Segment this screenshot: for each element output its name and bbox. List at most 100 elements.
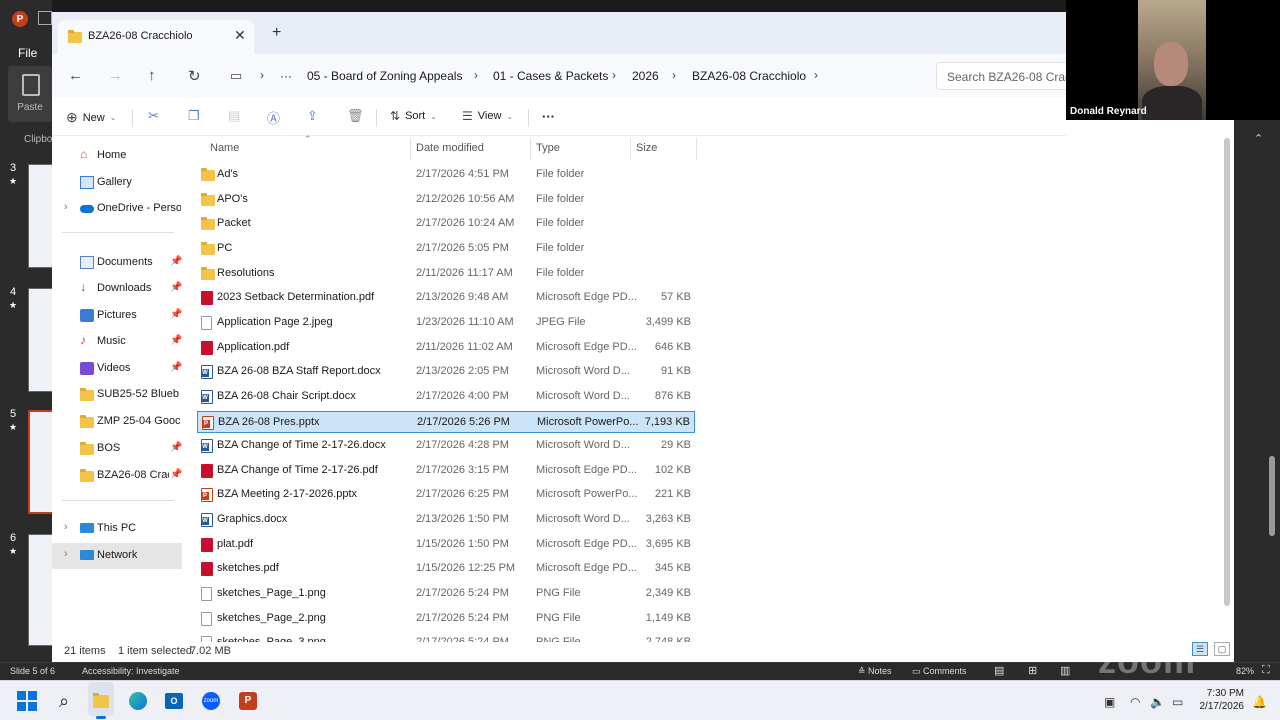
file-row[interactable]: Packet 2/17/2026 10:24 AM File folder [197, 213, 695, 235]
comments-button[interactable]: ▭ Comments [912, 666, 967, 677]
new-button[interactable]: ⊕ New ⌄ [66, 109, 116, 126]
refresh-icon[interactable]: ↻ [188, 67, 201, 85]
edge-icon[interactable] [126, 689, 150, 713]
back-icon[interactable]: ← [68, 67, 83, 84]
pin-icon[interactable]: 📌 [170, 442, 182, 453]
pin-icon[interactable]: 📌 [170, 309, 182, 320]
chevron-right-icon[interactable]: › [814, 68, 818, 82]
volume-icon[interactable]: 🔈 [1150, 695, 1165, 709]
breadcrumb-board-of-zoning-appeals[interactable]: 05 - Board of Zoning Appeals [307, 69, 462, 83]
fit-slide-icon[interactable]: ⛶ [1262, 664, 1270, 677]
normal-view-icon[interactable]: ▤ [994, 664, 1004, 677]
sort-button[interactable]: ⇅ Sort ⌄ [390, 109, 437, 123]
file-row[interactable]: BZA Change of Time 2-17-26.docx 2/17/2026… [197, 435, 695, 457]
sidebar-item-pictures[interactable]: Pictures 📌 [52, 303, 182, 329]
notification-icon[interactable]: 🔔 [1252, 695, 1267, 709]
pin-icon[interactable]: 📌 [170, 282, 182, 293]
file-row[interactable]: BZA 26-08 Chair Script.docx 2/17/2026 4:0… [197, 386, 695, 408]
expand-icon[interactable]: › [64, 201, 68, 213]
accessibility-status[interactable]: Accessibility: Investigate [82, 666, 180, 676]
sidebar-item-network[interactable]: › Network [52, 543, 182, 569]
paste-icon[interactable]: ▤ [228, 108, 240, 124]
delete-icon[interactable]: 🗑 [347, 108, 364, 124]
outlook-icon[interactable]: O [162, 689, 186, 713]
breadcrumb-current-folder[interactable]: BZA26-08 Cracchiolo [692, 69, 806, 83]
share-icon[interactable]: ⇪ [307, 108, 318, 124]
rename-icon[interactable]: Ⓐ [267, 108, 280, 127]
tiles-view-icon[interactable]: ▢ [1214, 642, 1230, 656]
file-row[interactable]: Ad's 2/17/2026 4:51 PM File folder [197, 164, 695, 186]
zoom-level[interactable]: 82% [1236, 666, 1254, 676]
file-row[interactable]: BZA 26-08 Pres.pptx 2/17/2026 5:26 PM Micr… [197, 410, 695, 433]
file-menu[interactable]: File [18, 46, 37, 60]
sidebar-item-music[interactable]: ♪ Music 📌 [52, 329, 182, 355]
wifi-icon[interactable]: ◠ [1130, 695, 1140, 709]
pin-icon[interactable]: 📌 [170, 256, 182, 267]
chevron-right-icon[interactable]: › [612, 68, 616, 82]
file-row[interactable]: plat.pdf 1/15/2026 1:50 PM Microsoft Edge … [197, 534, 695, 556]
file-row[interactable]: sketches_Page_2.png 2/17/2026 5:24 PM PNG … [197, 608, 695, 630]
display-icon[interactable]: ▣ [1104, 695, 1115, 709]
file-row[interactable]: Application Page 2.jpeg 1/23/2026 11:10 A… [197, 312, 695, 334]
collapse-ribbon-icon[interactable]: ⌃ [1254, 132, 1263, 145]
file-explorer-taskbar-button[interactable] [88, 682, 114, 716]
cut-icon[interactable]: ✂ [148, 108, 159, 124]
breadcrumb-overflow[interactable]: ··· [280, 69, 292, 83]
start-icon[interactable] [15, 689, 39, 713]
slide-thumbnail-3[interactable] [28, 164, 54, 268]
file-row[interactable]: BZA Meeting 2-17-2026.pptx 2/17/2026 6:25… [197, 484, 695, 506]
explorer-tab[interactable]: BZA26-08 Cracchiolo ✕ [58, 20, 254, 54]
file-row[interactable]: Application.pdf 2/11/2026 11:02 AM Microso… [197, 337, 695, 359]
copy-icon[interactable]: ❐ [188, 108, 200, 124]
sidebar-item-gallery[interactable]: Gallery [52, 170, 182, 196]
expand-icon[interactable]: › [64, 548, 68, 560]
paste-button[interactable]: Paste [8, 66, 52, 122]
column-header-size[interactable]: Size [636, 142, 657, 154]
sidebar-item-onedrive[interactable]: › OneDrive - Persona [52, 196, 182, 222]
slide-sorter-icon[interactable]: ⊞ [1028, 664, 1037, 677]
pin-icon[interactable]: 📌 [170, 469, 182, 480]
chevron-right-icon[interactable]: › [474, 68, 478, 82]
file-list-scrollbar[interactable] [1224, 138, 1230, 606]
slide-scrollbar[interactable] [1268, 146, 1276, 646]
monitor-icon[interactable]: ▭ [230, 68, 242, 84]
battery-icon[interactable]: ▭ [1172, 695, 1183, 709]
clock[interactable]: 7:30 PM 2/17/2026 [1196, 687, 1245, 713]
column-header-date[interactable]: Date modified [416, 142, 484, 154]
sidebar-item-bos[interactable]: BOS 📌 [52, 436, 182, 462]
file-row[interactable]: BZA Change of Time 2-17-26.pdf 2/17/2026 … [197, 460, 695, 482]
reading-view-icon[interactable]: ▥ [1060, 664, 1070, 677]
new-tab-icon[interactable]: + [272, 24, 281, 42]
search-icon[interactable]: ⌕ [52, 689, 76, 713]
powerpoint-taskbar-icon[interactable]: P [236, 689, 260, 713]
column-header-name[interactable]: Name [210, 142, 239, 154]
pin-icon[interactable]: 📌 [170, 335, 182, 346]
sidebar-item-this-pc[interactable]: › This PC [52, 516, 182, 542]
slide-thumbnail-4[interactable] [28, 288, 54, 392]
sidebar-item-sub25-52[interactable]: SUB25-52 Blueb [52, 382, 182, 408]
sidebar-item-home[interactable]: ⌂ Home [52, 143, 182, 169]
breadcrumb-2026[interactable]: 2026 [632, 69, 659, 83]
forward-icon[interactable]: → [108, 67, 123, 84]
slide-thumbnail-6[interactable] [28, 534, 54, 646]
chevron-right-icon[interactable]: › [260, 68, 264, 82]
breadcrumb-cases-packets[interactable]: 01 - Cases & Packets [493, 69, 608, 83]
file-row[interactable]: PC 2/17/2026 5:05 PM File folder [197, 238, 695, 260]
column-header-type[interactable]: Type [536, 142, 560, 154]
pin-icon[interactable]: 📌 [170, 362, 182, 373]
sidebar-item-downloads[interactable]: ↓ Downloads 📌 [52, 276, 182, 302]
zoom-app-icon[interactable]: zoom [199, 689, 223, 713]
file-row[interactable]: 2023 Setback Determination.pdf 2/13/2026 … [197, 287, 695, 309]
file-row[interactable]: sketches.pdf 1/15/2026 12:25 PM Microsoft … [197, 558, 695, 580]
expand-icon[interactable]: › [64, 521, 68, 533]
notes-button[interactable]: ≙ Notes [858, 666, 892, 677]
file-row[interactable]: BZA 26-08 BZA Staff Report.docx 2/13/2026… [197, 361, 695, 383]
file-row[interactable]: Graphics.docx 2/13/2026 1:50 PM Microsoft … [197, 509, 695, 531]
view-button[interactable]: ☰ View ⌄ [462, 109, 513, 123]
file-row[interactable]: Resolutions 2/11/2026 11:17 AM File folder [197, 263, 695, 285]
search-input[interactable]: Search BZA26-08 Cracchiolo [936, 62, 1066, 90]
up-icon[interactable]: ↑ [148, 67, 156, 84]
sidebar-item-videos[interactable]: Videos 📌 [52, 356, 182, 382]
sidebar-item-zmp25-04[interactable]: ZMP 25-04 Gooc [52, 409, 182, 435]
sidebar-item-bza26-08[interactable]: BZA26-08 Cracc 📌 [52, 463, 182, 489]
